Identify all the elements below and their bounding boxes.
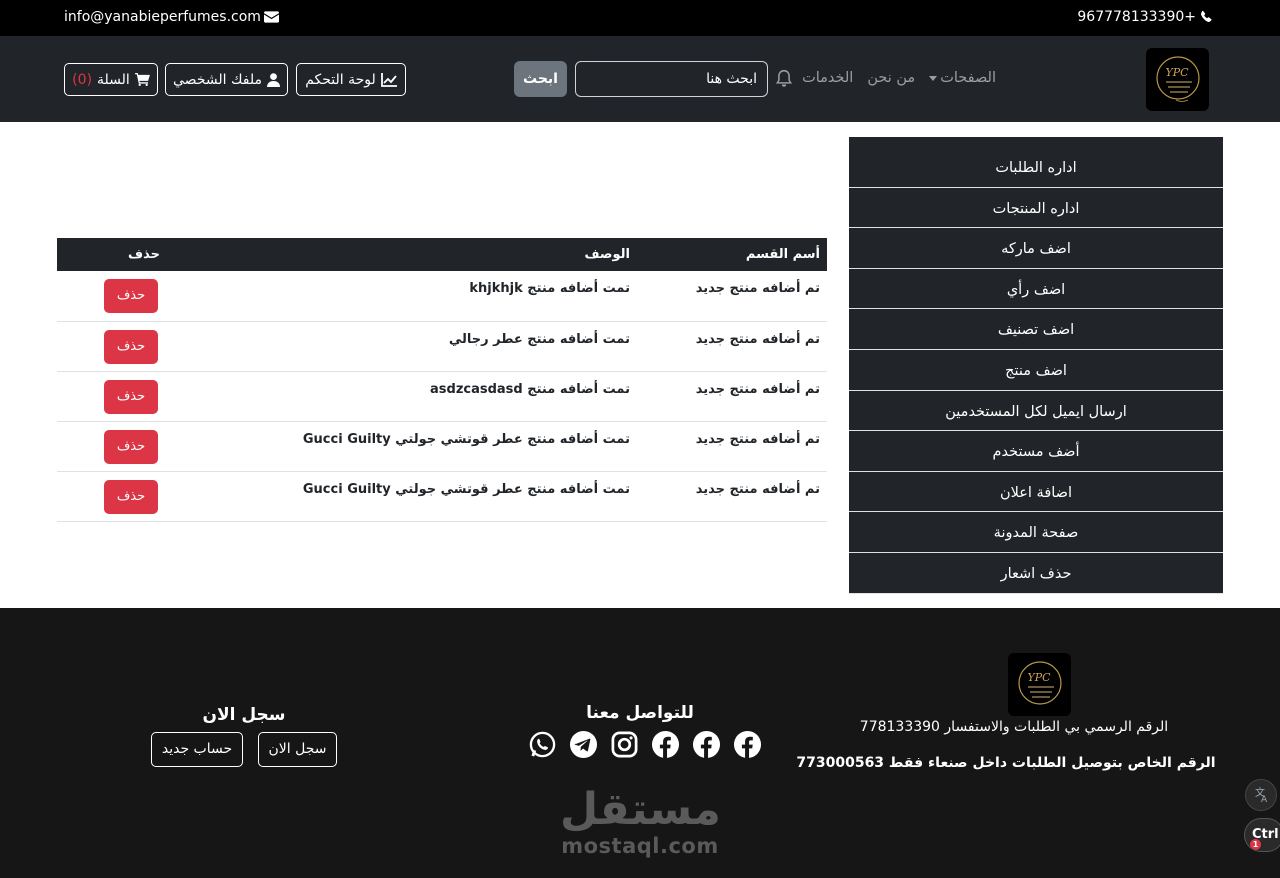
top-phone[interactable]: 967778133390+ — [1077, 9, 1213, 25]
search-input[interactable]: ابحث هنا — [575, 61, 768, 97]
table-row: تم أضافه منتج جديد تمت أضافه منتج khjkhj… — [57, 271, 827, 322]
shortcut-float-button[interactable]: Ctrl+ 1 — [1244, 818, 1280, 852]
notification-badge: 1 — [1250, 839, 1261, 850]
footer-logo: YPC — [1008, 653, 1071, 716]
translate-float-button[interactable]: 文A — [1245, 779, 1277, 811]
svg-text:A: A — [1261, 795, 1268, 805]
svg-text:YPC: YPC — [1027, 671, 1051, 684]
cell-description: تمت أضافه منتج عطر قوتشي جولتي Gucci Gui… — [167, 471, 637, 522]
admin-sidebar: اداره الطلبات اداره المنتجات اضف ماركه ا… — [849, 137, 1223, 594]
delete-button[interactable]: حذف — [104, 429, 158, 464]
top-email[interactable]: info@yanabieperfumes.com — [64, 9, 279, 25]
facebook-icon[interactable] — [692, 730, 721, 759]
sidebar-item-blog[interactable]: صفحة المدونة — [849, 512, 1223, 553]
main-navbar: YPC الصفحات من نحن الخدمات ابحث هنا ابحث… — [0, 36, 1280, 122]
delete-button[interactable]: حذف — [104, 479, 158, 514]
nav-services[interactable]: الخدمات — [802, 70, 853, 86]
cart-count: (0) — [72, 71, 93, 88]
cell-category: تم أضافه منتج جديد — [637, 371, 827, 422]
email-address: info@yanabieperfumes.com — [64, 9, 261, 25]
shopping-cart-icon — [134, 73, 150, 86]
table-header-row: أسم القسم الوصف حذف — [57, 238, 827, 271]
cell-description: تمت أضافه منتج عطر قوتشي جولتي Gucci Gui… — [167, 421, 637, 472]
sidebar-item-add-category[interactable]: اضف تصنيف — [849, 309, 1223, 350]
nav-pages-dropdown[interactable]: الصفحات — [929, 70, 996, 86]
translate-icon: 文A — [1255, 786, 1268, 805]
dashboard-button[interactable]: لوحة التحكم — [296, 63, 406, 96]
table-row: تم أضافه منتج جديد تمت أضافه منتج asdzca… — [57, 371, 827, 422]
site-footer: YPC الرقم الرسمي بي الطلبات والاستفسار 7… — [0, 608, 1280, 878]
cell-description: تمت أضافه منتج عطر رجالي — [167, 321, 637, 372]
cell-category: تم أضافه منتج جديد — [637, 321, 827, 372]
whatsapp-icon[interactable] — [528, 730, 557, 759]
chart-line-icon — [380, 72, 397, 87]
user-icon — [266, 72, 280, 87]
header-description: الوصف — [584, 247, 630, 262]
cell-category: تم أضافه منتج جديد — [637, 271, 827, 322]
caret-down-icon — [929, 75, 938, 81]
site-logo[interactable]: YPC — [1146, 48, 1209, 111]
facebook-icon[interactable] — [651, 730, 680, 759]
sidebar-item-add-user[interactable]: أضف مستخدم — [849, 431, 1223, 472]
sidebar-item-add-brand[interactable]: اضف ماركه — [849, 228, 1223, 269]
nav-links: الصفحات من نحن الخدمات — [802, 70, 996, 86]
cell-category: تم أضافه منتج جديد — [637, 421, 827, 472]
official-number-text: الرقم الرسمي بي الطلبات والاستفسار 77813… — [859, 719, 1169, 735]
delete-button[interactable]: حذف — [104, 379, 158, 414]
sidebar-item-add-review[interactable]: اضف رأي — [849, 269, 1223, 310]
phone-number: 967778133390+ — [1077, 9, 1196, 25]
register-button[interactable]: سجل الان — [258, 732, 337, 767]
svg-text:YPC: YPC — [1165, 66, 1189, 79]
table-row: تم أضافه منتج جديد تمت أضافه منتج عطر قو… — [57, 421, 827, 472]
phone-icon — [1201, 10, 1212, 23]
cell-description: تمت أضافه منتج asdzcasdasd — [167, 371, 637, 422]
delete-button[interactable]: حذف — [104, 329, 158, 364]
delivery-number-text: الرقم الخاص بتوصيل الطلبات داخل صنعاء فق… — [796, 755, 1216, 771]
contact-title: للتواصل معنا — [586, 703, 694, 723]
sidebar-item-add-ad[interactable]: اضافة اعلان — [849, 472, 1223, 513]
register-title: سجل الان — [202, 705, 286, 725]
sidebar-item-delete-notification[interactable]: حذف اشعار — [849, 553, 1223, 594]
facebook-icon[interactable] — [733, 730, 762, 759]
top-contact-bar: 967778133390+ info@yanabieperfumes.com — [0, 0, 1280, 36]
profile-button[interactable]: ملفك الشخصي — [165, 63, 288, 96]
search-button[interactable]: ابحث — [514, 61, 567, 97]
header-category: أسم القسم — [745, 247, 820, 262]
delete-button[interactable]: حذف — [104, 279, 158, 313]
instagram-icon[interactable] — [610, 730, 639, 759]
telegram-icon[interactable] — [569, 730, 598, 759]
sidebar-item-products[interactable]: اداره المنتجات — [849, 188, 1223, 229]
new-account-button[interactable]: حساب جديد — [151, 732, 243, 767]
envelope-icon — [263, 11, 279, 23]
sidebar-item-email-all[interactable]: ارسال ايميل لكل المستخدمين — [849, 391, 1223, 432]
header-delete: حذف — [128, 247, 160, 262]
notifications-table: أسم القسم الوصف حذف تم أضافه منتج جديد ت… — [57, 238, 827, 522]
bell-icon[interactable] — [775, 69, 793, 89]
mostaql-watermark: مستقل mostaql.com — [560, 784, 721, 859]
table-row: تم أضافه منتج جديد تمت أضافه منتج عطر رج… — [57, 321, 827, 372]
cart-button[interactable]: السلة (0) — [64, 63, 158, 96]
cell-category: تم أضافه منتج جديد — [637, 471, 827, 522]
social-links — [528, 730, 762, 759]
sidebar-item-add-product[interactable]: اضف منتج — [849, 350, 1223, 391]
cell-description: تمت أضافه منتج khjkhjk — [167, 271, 637, 322]
sidebar-item-orders[interactable]: اداره الطلبات — [849, 147, 1223, 188]
table-row: تم أضافه منتج جديد تمت أضافه منتج عطر قو… — [57, 471, 827, 522]
nav-about[interactable]: من نحن — [867, 70, 915, 86]
